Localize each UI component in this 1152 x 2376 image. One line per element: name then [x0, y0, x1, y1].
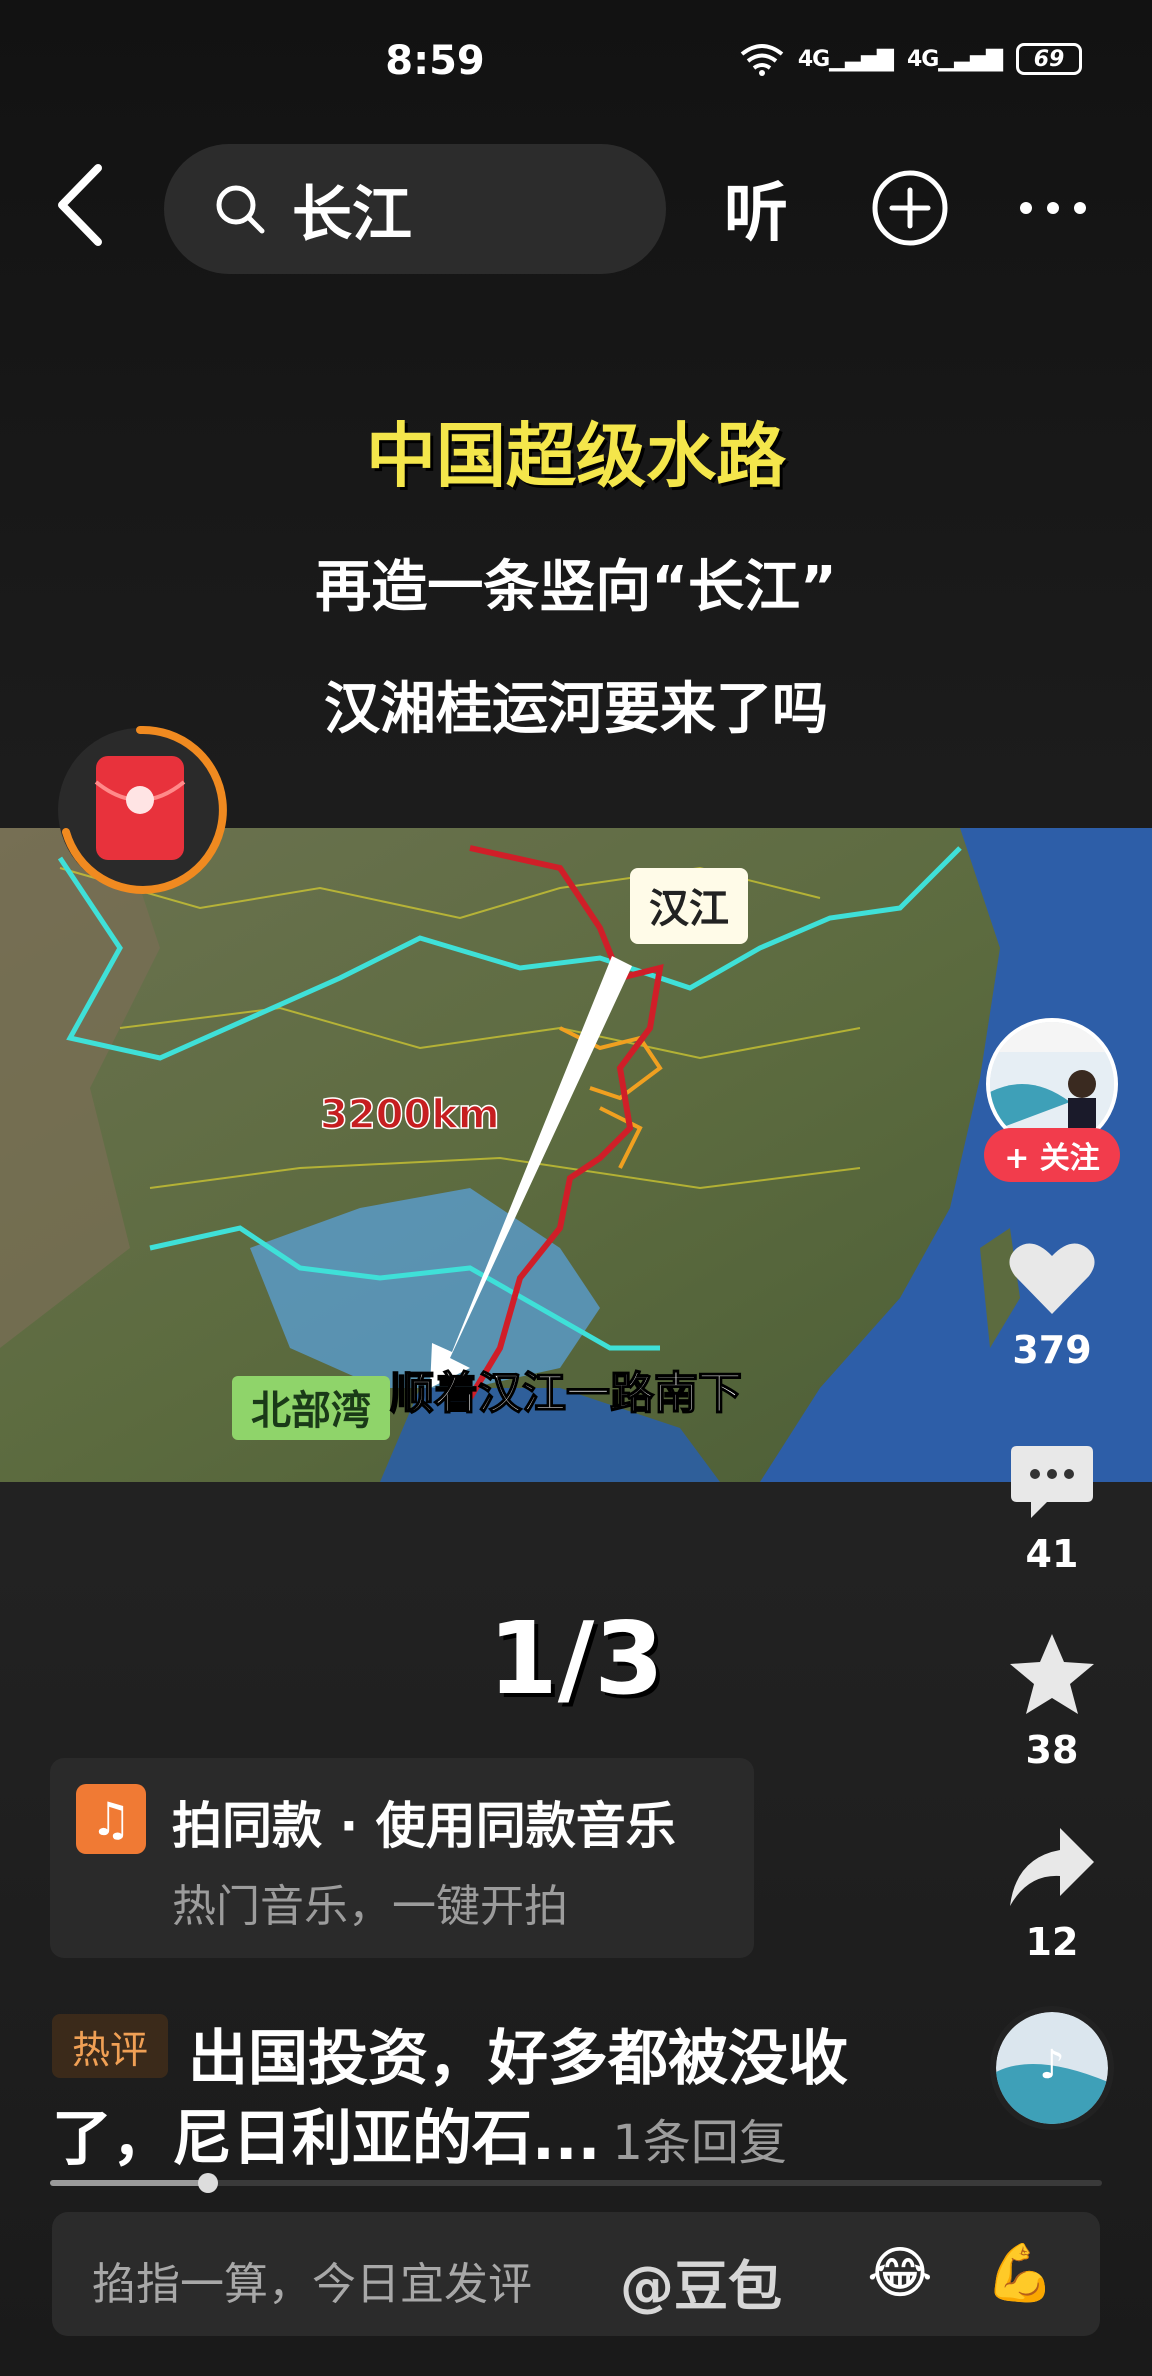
wifi-icon	[740, 44, 784, 76]
map-label-distance: 3200km	[320, 1092, 500, 1138]
use-music-subtitle: 热门音乐，一键开拍	[172, 1881, 568, 1932]
signal-strength-1: 4G▁▃▅▇	[797, 46, 894, 72]
comment-input-bar[interactable]: 掐指一算，今日宜发评 @豆包 😂 💪	[52, 2212, 1100, 2336]
laughing-emoji-icon[interactable]: 😂	[862, 2236, 938, 2312]
map-label-hanjiang: 汉江	[649, 886, 729, 932]
mention-doubao-button[interactable]: @豆包	[620, 2242, 782, 2321]
video-progress-bar[interactable]	[50, 2173, 1102, 2193]
hot-comment-text-2: 了，尼日利亚的石...	[52, 2104, 601, 2174]
comment-input-placeholder[interactable]: 掐指一算，今日宜发评	[92, 2248, 532, 2312]
use-music-card[interactable]: ♫ 拍同款 · 使用同款音乐 热门音乐，一键开拍	[50, 1758, 754, 1958]
video-progress-fill	[50, 2180, 208, 2186]
hot-comment-text-1[interactable]: 出国投资，好多都被没收	[188, 2010, 848, 2097]
like-action[interactable]: 379	[990, 1238, 1114, 1372]
hot-comment-tag: 热评	[52, 2014, 168, 2078]
video-progress-handle[interactable]	[197, 2173, 218, 2193]
flexed-arm-emoji-icon[interactable]: 💪	[982, 2236, 1058, 2312]
video-title: 中国超级水路	[366, 415, 786, 497]
more-options-icon[interactable]	[1018, 200, 1088, 216]
favorite-action[interactable]: 38	[990, 1630, 1114, 1772]
share-action[interactable]: 12	[990, 1822, 1114, 1964]
map-label-beibuwan: 北部湾	[251, 1388, 371, 1434]
reply-count[interactable]: 1条回复	[612, 2115, 787, 2171]
status-bar: 8:59 4G▁▃▅▇ 4G▁▃▅▇ 69	[0, 0, 1152, 120]
search-query: 长江	[292, 179, 412, 250]
signal-strength-2: 4G▁▃▅▇	[906, 46, 1003, 72]
music-disc-image: ♪	[996, 2012, 1108, 2124]
favorite-count: 38	[1025, 1728, 1079, 1772]
back-arrow-icon[interactable]	[52, 160, 112, 250]
heart-icon	[1009, 1243, 1095, 1314]
listen-button[interactable]: 听	[724, 162, 788, 254]
star-icon	[1010, 1634, 1094, 1714]
video-screen: 8:59 4G▁▃▅▇ 4G▁▃▅▇ 69 长江 听 中国超级水路 再造一条竖向…	[0, 0, 1152, 2376]
search-icon	[216, 185, 265, 234]
video-subtitle-line-1: 再造一条竖向“长江”	[315, 555, 837, 620]
map-image: 汉江 3200km 北部湾 顺着汉江一路南下	[0, 828, 1152, 1482]
comment-bubble-icon	[1011, 1446, 1093, 1518]
share-count: 12	[1025, 1920, 1079, 1964]
music-note-icon: ♪	[1039, 2042, 1065, 2088]
music-disc[interactable]: ♪	[990, 2006, 1114, 2130]
hot-comment-line-2[interactable]: 了，尼日利亚的石... 1条回复	[52, 2090, 787, 2177]
battery-icon: 69	[1016, 43, 1082, 75]
share-arrow-icon	[1010, 1828, 1094, 1906]
status-time: 8:59	[385, 38, 485, 84]
status-icons: 4G▁▃▅▇ 4G▁▃▅▇ 69	[740, 42, 1082, 76]
comment-action[interactable]: 41	[990, 1442, 1114, 1576]
music-note-icon: ♫	[76, 1784, 146, 1854]
use-music-title: 拍同款 · 使用同款音乐	[172, 1797, 676, 1855]
add-circle-icon[interactable]	[870, 168, 950, 248]
follow-button[interactable]: + 关注	[984, 1128, 1120, 1182]
comment-count: 41	[1025, 1532, 1079, 1576]
red-packet-icon[interactable]	[52, 722, 228, 898]
like-count: 379	[1012, 1328, 1092, 1372]
page-indicator: 1/3	[488, 1600, 664, 1717]
map-label-south: 顺着汉江一路南下	[390, 1368, 742, 1419]
search-box[interactable]: 长江	[164, 144, 666, 274]
